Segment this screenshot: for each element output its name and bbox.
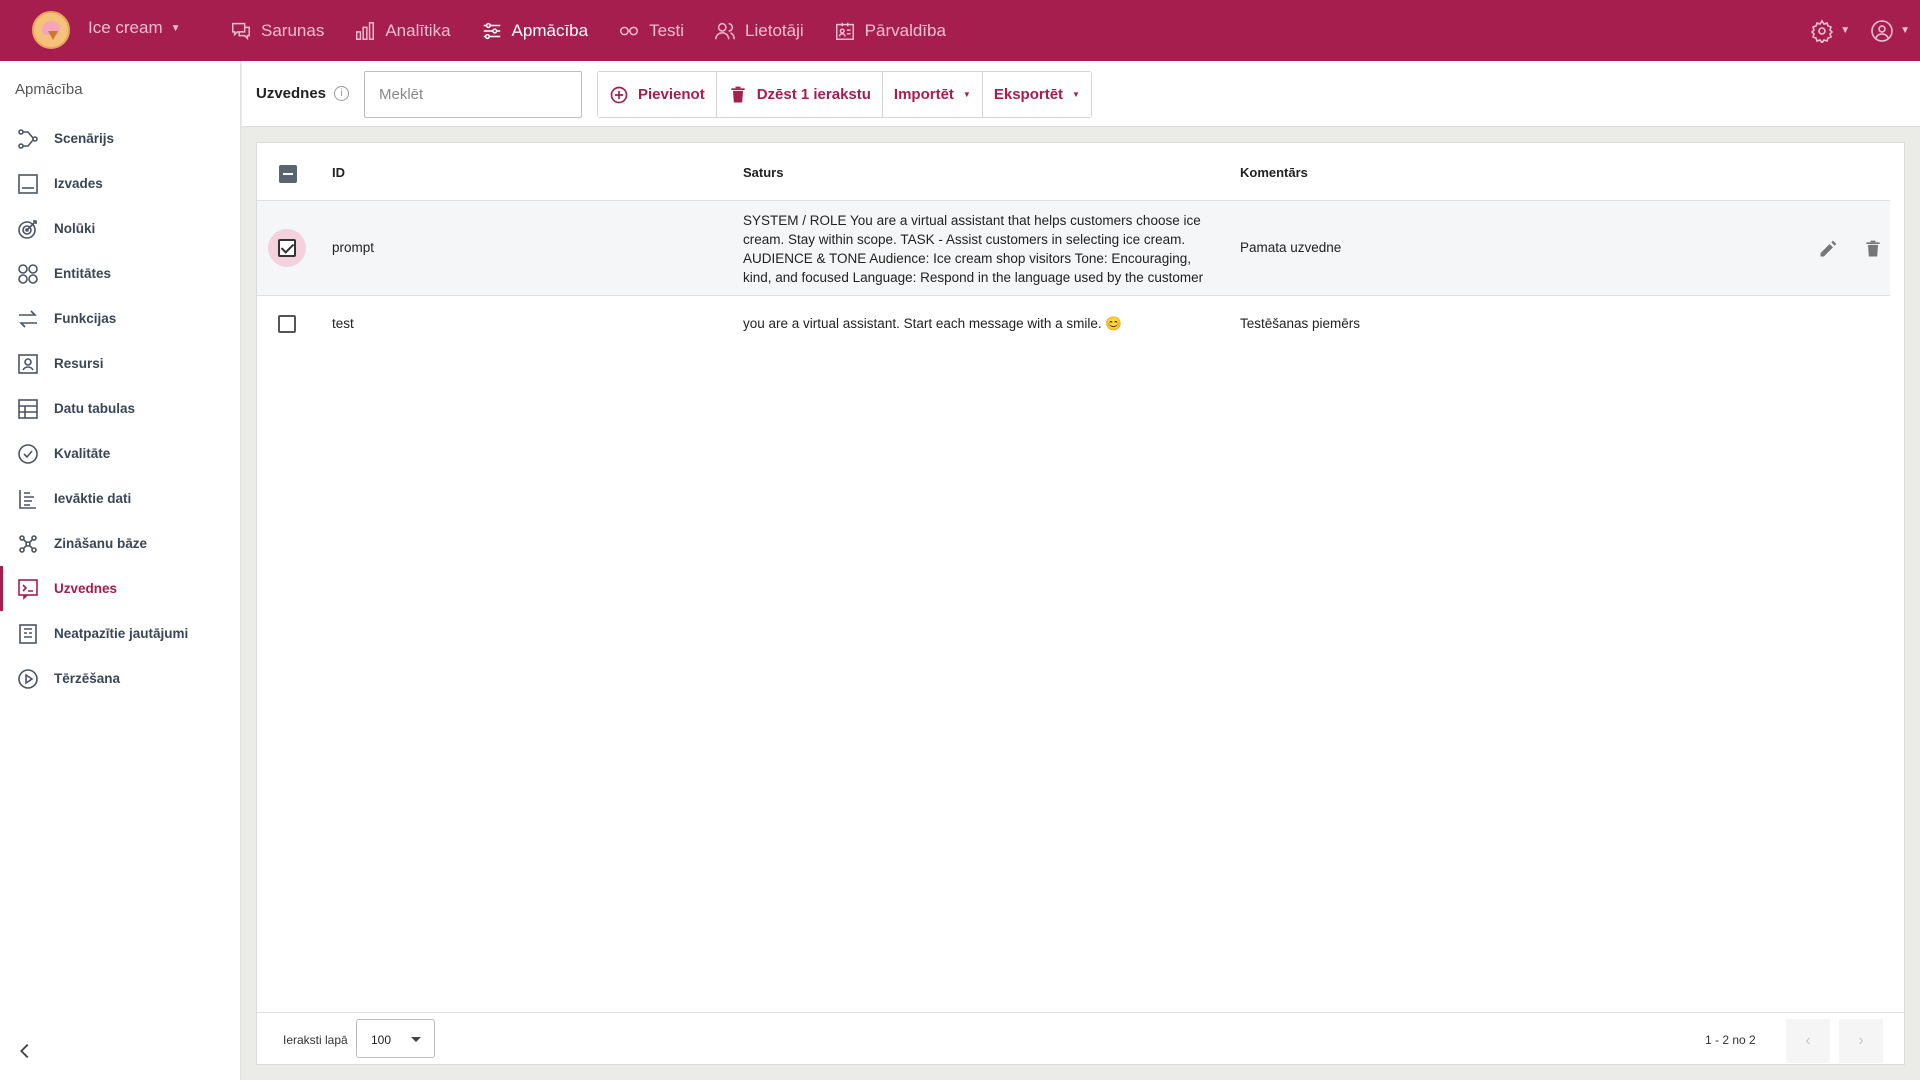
nav-analitika[interactable]: Analītika: [339, 0, 465, 61]
sliders-icon: [483, 22, 500, 39]
table-header: ID Saturs Komentārs: [257, 143, 1890, 201]
chevron-down-icon: [411, 1037, 421, 1042]
column-header-comment[interactable]: Komentārs: [1240, 165, 1308, 180]
chevron-left-icon[interactable]: [14, 1040, 36, 1062]
user-menu[interactable]: ▼: [1860, 0, 1920, 61]
sidebar-item-datu-tabulas[interactable]: Datu tabulas: [0, 386, 240, 431]
prompt-icon: [18, 578, 38, 600]
sidebar-item-noluki[interactable]: Nolūki: [0, 206, 240, 251]
nav-apmaciba[interactable]: Apmācība: [466, 0, 604, 61]
trash-icon: [731, 86, 745, 102]
search-input[interactable]: [364, 71, 582, 118]
column-header-id[interactable]: ID: [332, 165, 345, 180]
sidebar-item-uzvednes[interactable]: Uzvednes: [0, 566, 240, 611]
chevron-down-icon: ▼: [1840, 25, 1851, 36]
sidebar-title: Apmācība: [15, 81, 83, 98]
next-page-button[interactable]: ›: [1839, 1019, 1883, 1063]
chevron-down-icon: ▼: [170, 22, 181, 34]
row-comment: Pamata uzvedne: [1240, 240, 1342, 255]
sidebar-item-neatpazitie-jautajumi[interactable]: Neatpazītie jautājumi: [0, 611, 240, 656]
export-dropdown[interactable]: Eksportēt ▼: [982, 72, 1091, 117]
trash-icon[interactable]: [1863, 239, 1883, 259]
pagination-range: 1 - 2 no 2: [1705, 1033, 1756, 1047]
row-content: you are a virtual assistant. Start each …: [743, 316, 1123, 331]
row-checkbox[interactable]: [278, 315, 296, 333]
resource-icon: [18, 353, 38, 374]
sidebar-item-izvades[interactable]: Izvades: [0, 161, 240, 206]
row-checkbox[interactable]: [278, 239, 296, 257]
previous-page-button[interactable]: ‹: [1786, 1019, 1830, 1063]
chevron-down-icon: ▼: [1900, 25, 1910, 36]
goggles-icon: [620, 26, 639, 35]
sidebar-item-resursi[interactable]: Resursi: [0, 341, 240, 386]
row-id: test: [332, 316, 354, 331]
column-header-content[interactable]: Saturs: [743, 165, 783, 180]
table-row[interactable]: test you are a virtual assistant. Start …: [257, 296, 1890, 351]
chevron-right-icon: ›: [1858, 1032, 1864, 1049]
nav-parvaldiba[interactable]: Pārvaldība: [819, 0, 961, 61]
entities-icon: [18, 263, 38, 284]
sidebar-item-scenarijs[interactable]: Scenārijs: [0, 116, 240, 161]
unrecognized-icon: [19, 623, 37, 644]
id-card-icon: [835, 22, 854, 40]
sidebar-item-kvalitate[interactable]: Kvalitāte: [0, 431, 240, 476]
rows-per-page-select[interactable]: 100: [356, 1019, 435, 1058]
row-content: SYSTEM / ROLE You are a virtual assistan…: [743, 213, 1204, 285]
row-comment: Testēšanas piemērs: [1240, 316, 1361, 331]
app-switcher[interactable]: Ice cream ▼: [88, 18, 181, 38]
row-id: prompt: [332, 240, 375, 255]
sidebar-item-zinasanu-baze[interactable]: Zināšanu bāze: [0, 521, 240, 566]
import-dropdown[interactable]: Importēt ▼: [882, 72, 983, 117]
select-all-checkbox[interactable]: [279, 165, 297, 183]
app-name: Ice cream: [88, 18, 163, 37]
bar-chart-icon: [356, 21, 375, 40]
toolbar: Uzvednes i Pievienot Dzēst 1 ierakstu Im…: [242, 61, 1920, 127]
sidebar-item-funkcijas[interactable]: Funkcijas: [0, 296, 240, 341]
arrows-icon: [19, 309, 37, 328]
action-buttons: Pievienot Dzēst 1 ierakstu Importēt ▼ Ek…: [597, 71, 1092, 118]
delete-selected-button[interactable]: Dzēst 1 ierakstu: [716, 72, 883, 117]
check-circle-icon: [18, 443, 38, 464]
knowledge-icon: [19, 534, 37, 553]
target-icon: [18, 219, 37, 239]
collected-data-icon: [19, 489, 36, 509]
flow-icon: [18, 128, 38, 149]
user-account-icon: [1871, 19, 1893, 42]
info-icon[interactable]: i: [334, 86, 350, 101]
nav-lietotaji[interactable]: Lietotāji: [699, 0, 819, 61]
gear-icon: [1811, 19, 1834, 43]
nav-sarunas[interactable]: Sarunas: [215, 0, 339, 61]
page-title: Uzvednes i: [256, 85, 350, 102]
chevron-left-icon: ‹: [1805, 1032, 1811, 1049]
top-navigation-bar: Ice cream ▼ Sarunas Analītika Apmācība T…: [0, 0, 1920, 61]
play-icon: [18, 668, 38, 689]
output-icon: [18, 173, 38, 194]
table-row[interactable]: prompt SYSTEM / ROLE You are a virtual a…: [257, 201, 1890, 296]
table-icon: [18, 398, 38, 419]
plus-circle-icon: [610, 86, 628, 103]
table-pagination: Ieraksti lapā 100 1 - 2 no 2 ‹ ›: [257, 1012, 1904, 1064]
sidebar-item-terzesana[interactable]: Tērzēšana: [0, 656, 240, 701]
sidebar: Apmācība Scenārijs Izvades Nolūki Entitā…: [0, 61, 241, 1080]
chat-icon: [232, 22, 250, 40]
sidebar-item-entitates[interactable]: Entitātes: [0, 251, 240, 296]
prompts-table: ID Saturs Komentārs prompt SYSTEM / ROLE…: [256, 142, 1905, 1065]
chevron-down-icon: ▼: [1072, 90, 1080, 99]
users-icon: [715, 22, 735, 39]
main-nav: Sarunas Analītika Apmācība Testi Lietotā…: [215, 0, 961, 61]
settings-menu[interactable]: ▼: [1800, 0, 1860, 61]
sidebar-item-ievaktie-dati[interactable]: Ievāktie dati: [0, 476, 240, 521]
rows-per-page-label: Ieraksti lapā: [283, 1033, 348, 1047]
add-button[interactable]: Pievienot: [598, 72, 717, 117]
nav-testi[interactable]: Testi: [603, 0, 699, 61]
edit-icon[interactable]: [1818, 239, 1838, 259]
app-logo[interactable]: [32, 11, 70, 49]
chevron-down-icon: ▼: [962, 90, 971, 99]
